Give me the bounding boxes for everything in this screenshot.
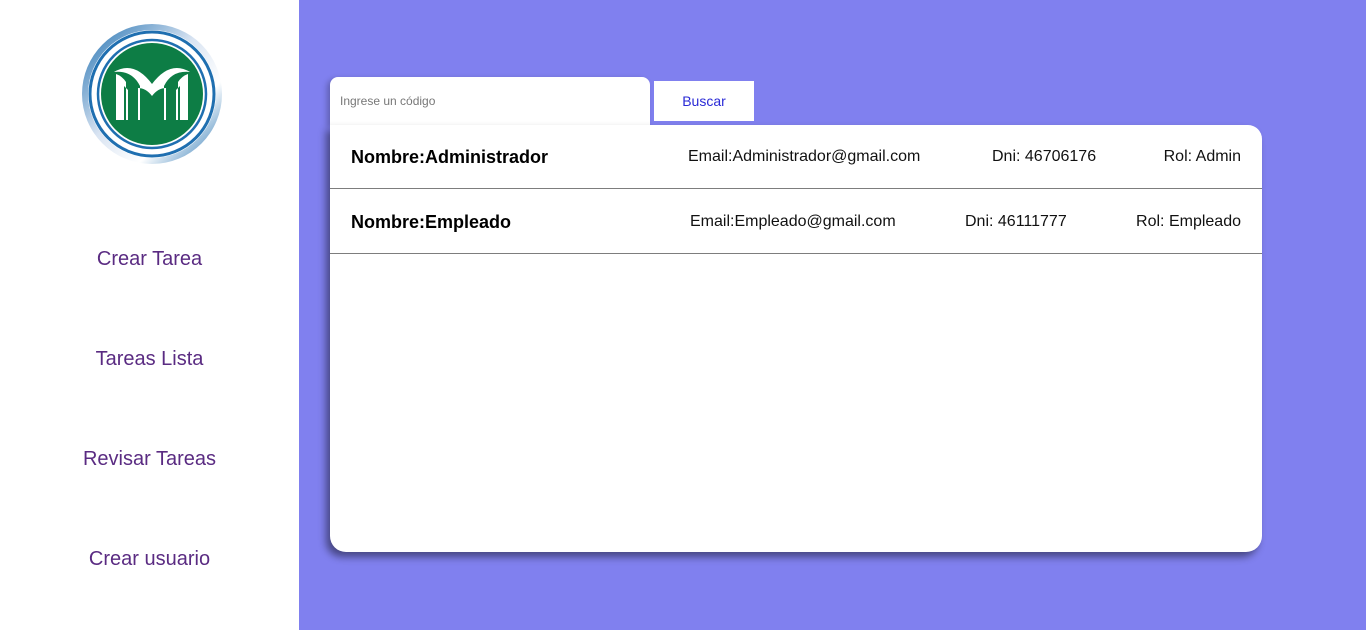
search-input[interactable]	[330, 77, 650, 125]
user-rol: Rol: Empleado	[1136, 213, 1241, 230]
user-name: Nombre:Empleado	[351, 211, 512, 232]
user-row[interactable]: Nombre:Empleado Email:Empleado@gmail.com…	[330, 190, 1262, 254]
company-logo	[82, 24, 222, 164]
users-panel: Nombre:Administrador Email:Administrador…	[330, 125, 1262, 552]
user-name: Nombre:Administrador	[351, 146, 549, 167]
user-dni: Dni: 46706176	[992, 148, 1097, 165]
nav-revisar-tareas[interactable]: Revisar Tareas	[0, 439, 299, 479]
user-email: Email:Empleado@gmail.com	[690, 213, 896, 230]
nav-crear-usuario[interactable]: Crear usuario	[0, 539, 299, 579]
user-dni: Dni: 46111777	[965, 213, 1067, 230]
user-rol: Rol: Admin	[1163, 148, 1241, 165]
user-email: Email:Administrador@gmail.com	[688, 148, 921, 165]
user-row[interactable]: Nombre:Administrador Email:Administrador…	[330, 125, 1262, 189]
nav-tareas-lista[interactable]: Tareas Lista	[0, 339, 299, 379]
nav-crear-tarea[interactable]: Crear Tarea	[0, 239, 299, 279]
sidebar: Crear Tarea Tareas Lista Revisar Tareas …	[0, 0, 299, 630]
search-button[interactable]: Buscar	[654, 81, 754, 121]
